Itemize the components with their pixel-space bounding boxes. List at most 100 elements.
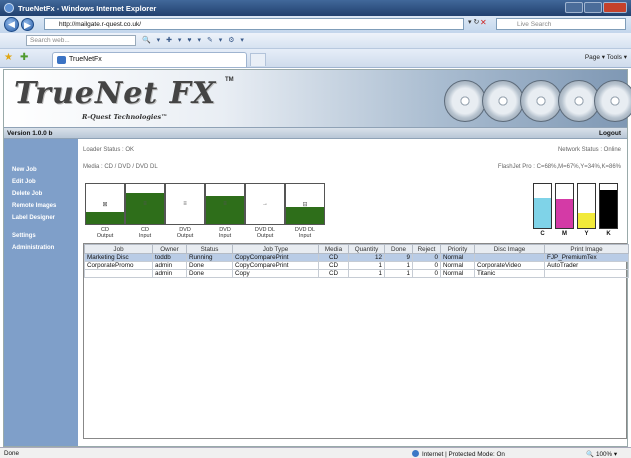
column-header[interactable]: Print Image	[544, 244, 629, 254]
add-favorites-icon[interactable]: ✚	[20, 52, 28, 63]
drive-tile[interactable]: ⊟	[285, 183, 325, 225]
address-dropdown-icon[interactable]: ▾ ↻	[468, 18, 479, 26]
empty-cell	[545, 278, 629, 286]
zone-label: Internet | Protected Mode: On	[422, 451, 505, 458]
empty-cell	[319, 366, 349, 374]
new-tab-button[interactable]	[250, 53, 266, 66]
logout-link[interactable]: Logout	[599, 130, 621, 137]
column-header[interactable]: Quantity	[348, 244, 385, 254]
table-row[interactable]: Marketing Disc toddb Running CopyComparePri…	[84, 253, 629, 262]
column-header[interactable]: Disc Image	[474, 244, 545, 254]
toolbar-search-input[interactable]: Search web...	[26, 35, 136, 46]
column-header[interactable]: Job	[84, 244, 153, 254]
empty-cell	[385, 310, 413, 318]
empty-cell	[475, 414, 545, 422]
toolbar-icons[interactable]: 🔍 ▾ ✚ ▾ ♥ ▾ ✎ ▾ ⚙ ▾	[142, 36, 246, 44]
minimize-button[interactable]	[565, 2, 583, 13]
empty-cell	[413, 422, 441, 430]
live-search-input[interactable]: Live Search	[496, 18, 626, 30]
empty-cell	[153, 382, 187, 390]
empty-cell	[187, 406, 233, 414]
command-bar[interactable]: Page ▾ Tools ▾	[585, 53, 627, 61]
table-cell: CD	[318, 253, 349, 262]
drive-tile[interactable]: ⊠	[85, 183, 125, 225]
empty-cell	[153, 310, 187, 318]
empty-cell	[349, 406, 385, 414]
table-row[interactable]: admin Done Copy CD 1 1 0 Normal Titanic	[84, 269, 629, 278]
url-field[interactable]: http://mailgate.r-quest.co.uk/	[44, 18, 464, 30]
favorites-star-icon[interactable]: ★	[4, 52, 13, 63]
column-header[interactable]: Owner	[152, 244, 187, 254]
column-header[interactable]: Done	[384, 244, 413, 254]
empty-cell	[319, 398, 349, 406]
empty-cell	[319, 382, 349, 390]
column-header[interactable]: Media	[318, 244, 349, 254]
empty-cell	[233, 366, 319, 374]
app-logo: TrueNet FX	[14, 76, 217, 111]
ink-level-c	[533, 183, 552, 229]
zoom-level[interactable]: 🔍 100% ▾	[586, 450, 617, 458]
empty-cell	[441, 390, 475, 398]
empty-cell	[475, 334, 545, 342]
column-header[interactable]: Job Type	[232, 244, 319, 254]
column-header[interactable]: Reject	[412, 244, 441, 254]
empty-cell	[349, 358, 385, 366]
sidebar-item-administration[interactable]: Administration	[12, 245, 54, 251]
sidebar-item-remote-images[interactable]: Remote Images	[12, 203, 56, 209]
empty-cell	[85, 278, 153, 286]
column-header[interactable]: Priority	[440, 244, 475, 254]
empty-cell	[441, 310, 475, 318]
table-cell: 0	[412, 253, 441, 262]
table-cell	[544, 269, 629, 278]
empty-cell	[349, 422, 385, 430]
empty-cell	[475, 366, 545, 374]
empty-cell	[153, 350, 187, 358]
drive-tile[interactable]: →	[245, 183, 285, 225]
drive-fill	[126, 192, 164, 224]
stop-icon[interactable]: ✕	[480, 18, 487, 27]
empty-cell	[545, 374, 629, 382]
disc-icon	[482, 80, 524, 122]
column-header[interactable]: Status	[186, 244, 233, 254]
table-cell: admin	[152, 261, 187, 270]
empty-cell	[187, 398, 233, 406]
sidebar-item-settings[interactable]: Settings	[12, 233, 36, 239]
empty-row	[85, 414, 629, 422]
sidebar-item-new-job[interactable]: New Job	[12, 167, 37, 173]
table-cell	[474, 253, 545, 262]
ink-fill	[600, 190, 617, 228]
sidebar-item-delete-job[interactable]: Delete Job	[12, 191, 42, 197]
tab-truenetfx[interactable]: TrueNetFx	[52, 52, 247, 67]
empty-cell	[413, 286, 441, 294]
sidebar-item-edit-job[interactable]: Edit Job	[12, 179, 36, 185]
empty-cell	[385, 366, 413, 374]
tab-label: TrueNetFx	[69, 56, 102, 63]
table-cell: Normal	[440, 261, 475, 270]
maximize-button[interactable]	[584, 2, 602, 13]
empty-cell	[441, 326, 475, 334]
empty-row	[85, 326, 629, 334]
table-row[interactable]: CorporatePromo admin Done CopyComparePrint C…	[84, 261, 629, 270]
empty-cell	[475, 302, 545, 310]
empty-cell	[85, 414, 153, 422]
empty-cell	[349, 414, 385, 422]
back-button[interactable]: ◀	[4, 17, 19, 32]
drive-tray-icon: ⊠	[102, 202, 108, 208]
drive-tile[interactable]: ≡	[165, 183, 205, 225]
empty-cell	[233, 350, 319, 358]
ink-label: M	[562, 231, 567, 237]
forward-button[interactable]: ▶	[21, 18, 34, 31]
drive-tile[interactable]: ≡	[205, 183, 245, 225]
empty-cell	[233, 342, 319, 350]
search-toolbar: Search web... 🔍 ▾ ✚ ▾ ♥ ▾ ✎ ▾ ⚙ ▾	[0, 33, 631, 49]
drive-tile[interactable]: ≡	[125, 183, 165, 225]
empty-cell	[187, 318, 233, 326]
sidebar-item-label-designer[interactable]: Label Designer	[12, 215, 55, 221]
empty-cell	[233, 286, 319, 294]
empty-row	[85, 334, 629, 342]
empty-cell	[85, 350, 153, 358]
empty-cell	[319, 422, 349, 430]
close-button[interactable]	[603, 2, 627, 13]
app-banner: TrueNet FX TM R-Quest Technologies™	[4, 70, 631, 127]
empty-cell	[441, 294, 475, 302]
